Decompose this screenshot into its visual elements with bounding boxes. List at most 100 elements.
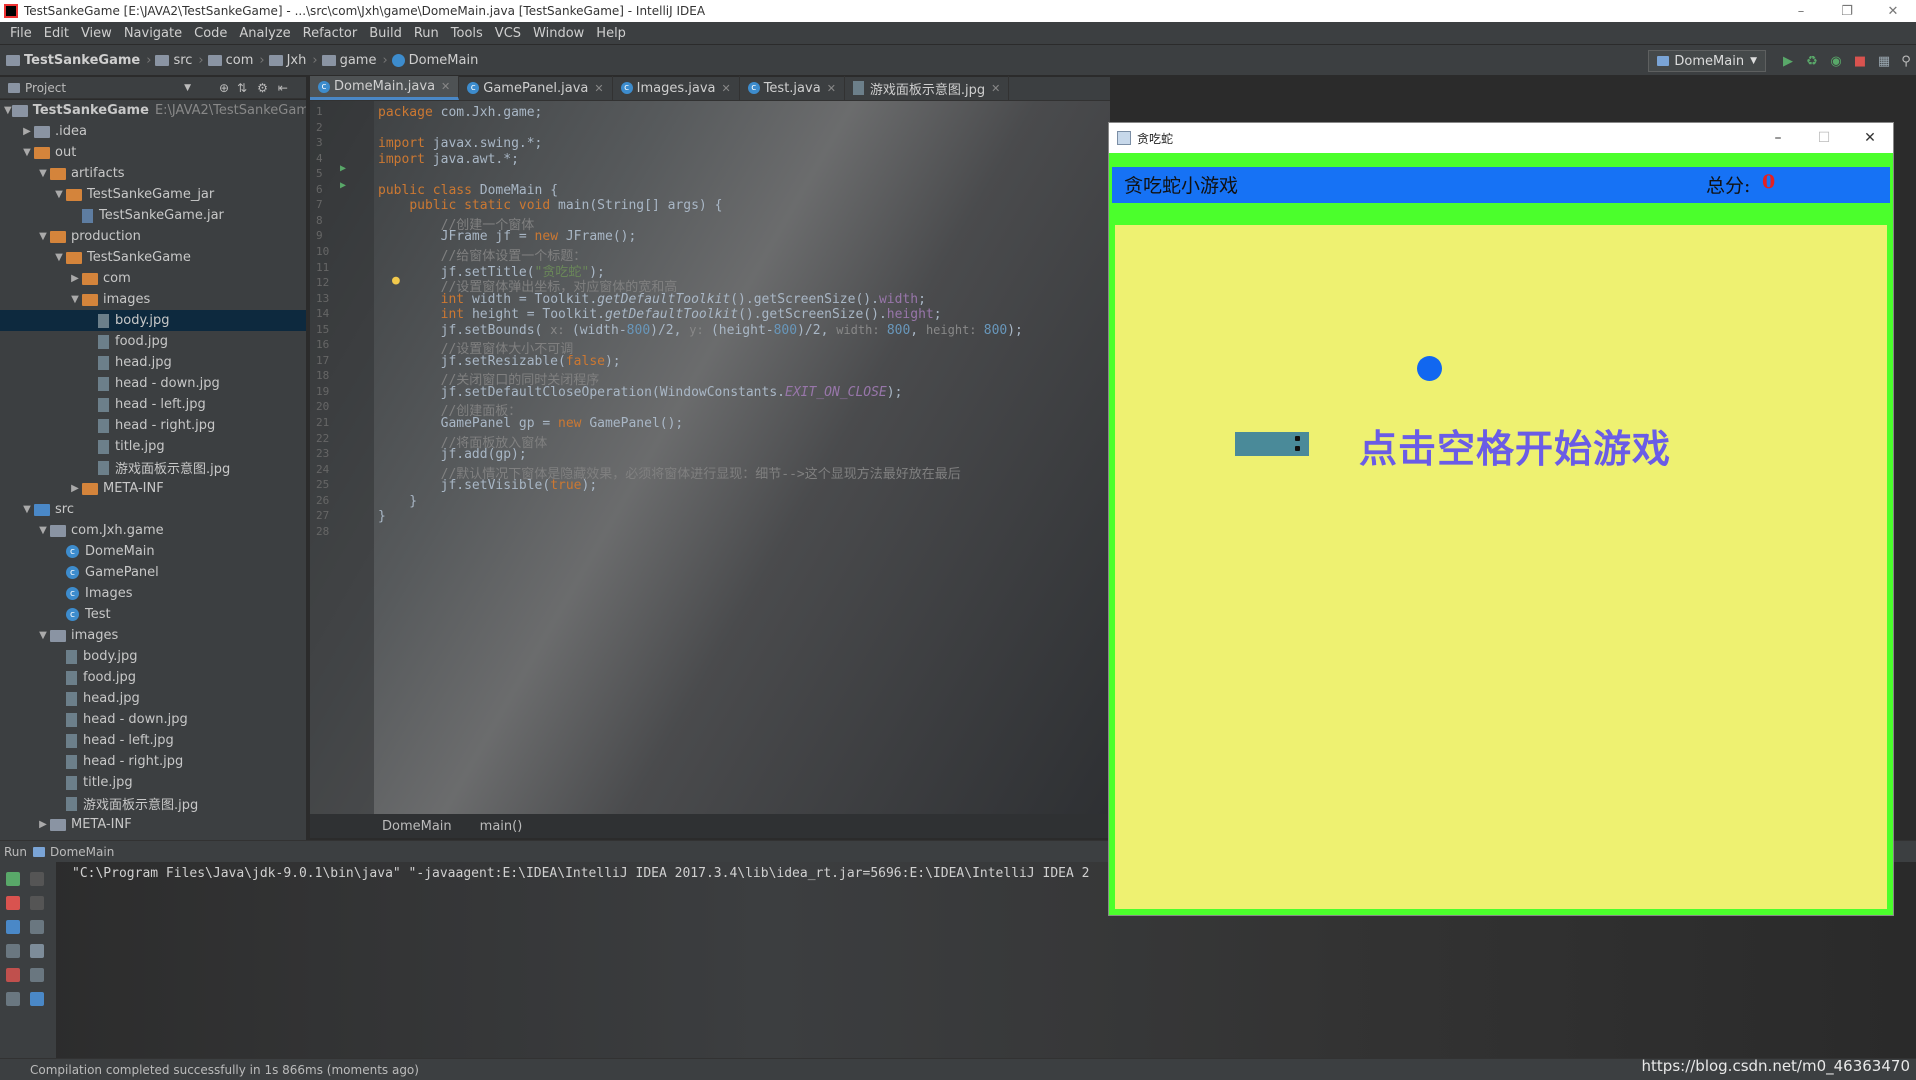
chevron-down-icon[interactable]: ▼: [4, 105, 12, 116]
tree-item[interactable]: TestSankeGame.jar: [0, 205, 306, 226]
tree-item[interactable]: ▼ out: [0, 142, 306, 163]
tree-item[interactable]: ▶ META-INF: [0, 814, 306, 835]
close-icon[interactable]: ✕: [1870, 0, 1916, 22]
hide-icon[interactable]: ⇤: [278, 81, 288, 95]
run-gutter-icon[interactable]: ▶: [340, 180, 346, 191]
close-icon[interactable]: ✕: [991, 82, 1000, 95]
tree-item[interactable]: body.jpg: [0, 646, 306, 667]
run-icon[interactable]: ▶: [1780, 53, 1796, 69]
tree-item[interactable]: head - left.jpg: [0, 730, 306, 751]
tree-item[interactable]: c GamePanel: [0, 562, 306, 583]
menu-item-code[interactable]: Code: [188, 26, 233, 41]
tree-item[interactable]: c Images: [0, 583, 306, 604]
tree-item[interactable]: ▼ TestSankeGame E:\JAVA2\TestSankeGame: [0, 100, 306, 121]
tree-item[interactable]: c DomeMain: [0, 541, 306, 562]
restore-icon[interactable]: ❐: [1824, 0, 1870, 22]
tree-item[interactable]: ▶ com: [0, 268, 306, 289]
chevron-down-icon[interactable]: ▼: [184, 83, 191, 93]
chevron-down-icon[interactable]: ▼: [20, 504, 34, 515]
chevron-down-icon[interactable]: ▼: [68, 294, 82, 305]
menu-item-help[interactable]: Help: [590, 26, 632, 41]
tree-item[interactable]: body.jpg: [0, 310, 306, 331]
editor-tab[interactable]: c Test.java ✕: [740, 76, 845, 100]
chevron-down-icon[interactable]: ▼: [36, 168, 50, 179]
chevron-down-icon[interactable]: ▼: [20, 147, 34, 158]
soft-wrap-icon[interactable]: [30, 920, 44, 934]
search-icon[interactable]: ⚲: [1898, 53, 1914, 69]
tree-item[interactable]: head.jpg: [0, 352, 306, 373]
tree-item[interactable]: ▼ production: [0, 226, 306, 247]
tree-item[interactable]: c Test: [0, 604, 306, 625]
gear-icon[interactable]: ⚙: [257, 81, 268, 95]
editor-tab[interactable]: 游戏面板示意图.jpg ✕: [845, 76, 1010, 100]
project-structure-icon[interactable]: ▦: [1876, 53, 1892, 69]
locate-icon[interactable]: ⊕: [219, 81, 229, 95]
tree-item[interactable]: ▶ META-INF: [0, 478, 306, 499]
menu-item-analyze[interactable]: Analyze: [233, 26, 296, 41]
tree-item[interactable]: ▼ src: [0, 499, 306, 520]
breadcrumb-item[interactable]: game ›: [321, 53, 388, 68]
close-icon[interactable]: ✕: [827, 82, 836, 95]
close-icon[interactable]: ✕: [441, 80, 450, 93]
trash-icon[interactable]: [30, 992, 44, 1006]
debug-icon[interactable]: ♻: [1804, 53, 1820, 69]
menu-item-file[interactable]: File: [4, 26, 38, 41]
settings-icon[interactable]: [6, 992, 20, 1006]
menu-item-tools[interactable]: Tools: [445, 26, 489, 41]
tree-item[interactable]: 游戏面板示意图.jpg: [0, 793, 306, 814]
minimize-icon[interactable]: –: [1778, 0, 1824, 22]
run-panel-config[interactable]: DomeMain: [50, 845, 114, 859]
game-board[interactable]: 点击空格开始游戏: [1115, 225, 1887, 909]
tree-item[interactable]: ▼ images: [0, 625, 306, 646]
run-gutter-icon[interactable]: ▶: [340, 163, 346, 174]
run-config-selector[interactable]: DomeMain ▼: [1648, 50, 1766, 72]
tree-item[interactable]: head - right.jpg: [0, 751, 306, 772]
menu-item-run[interactable]: Run: [408, 26, 445, 41]
menu-item-window[interactable]: Window: [527, 26, 590, 41]
pause-icon[interactable]: [6, 920, 20, 934]
breadcrumb-item[interactable]: TestSankeGame ›: [6, 53, 151, 68]
chevron-right-icon[interactable]: ▶: [68, 483, 82, 494]
breadcrumb-item[interactable]: DomeMain: [391, 53, 478, 68]
tree-item[interactable]: ▼ TestSankeGame_jar: [0, 184, 306, 205]
chevron-down-icon[interactable]: ▼: [52, 189, 66, 200]
editor-tab[interactable]: c Images.java ✕: [613, 76, 740, 100]
tree-item[interactable]: title.jpg: [0, 436, 306, 457]
menu-item-refactor[interactable]: Refactor: [297, 26, 364, 41]
dump-threads-icon[interactable]: [6, 944, 20, 958]
editor-tab[interactable]: c GamePanel.java ✕: [459, 76, 613, 100]
tree-item[interactable]: head - down.jpg: [0, 709, 306, 730]
tree-item[interactable]: head - left.jpg: [0, 394, 306, 415]
stop-icon[interactable]: [6, 896, 20, 910]
minimize-icon[interactable]: –: [1755, 123, 1801, 153]
breadcrumb-item[interactable]: src ›: [155, 53, 204, 68]
collapse-icon[interactable]: ⇅: [237, 81, 247, 95]
tree-item[interactable]: 游戏面板示意图.jpg: [0, 457, 306, 478]
close-icon[interactable]: ✕: [721, 82, 730, 95]
editor-crumb-method[interactable]: main(): [480, 819, 523, 834]
editor-crumb-class[interactable]: DomeMain: [382, 819, 452, 834]
tree-item[interactable]: food.jpg: [0, 331, 306, 352]
chevron-right-icon[interactable]: ▶: [20, 126, 34, 137]
menu-item-edit[interactable]: Edit: [38, 26, 75, 41]
breadcrumb-item[interactable]: Jxh ›: [268, 53, 318, 68]
console-output[interactable]: "C:\Program Files\Java\jdk-9.0.1\bin\jav…: [72, 866, 1089, 881]
chevron-right-icon[interactable]: ▶: [36, 819, 50, 830]
tree-item[interactable]: ▼ images: [0, 289, 306, 310]
chevron-down-icon[interactable]: ▼: [36, 525, 50, 536]
tree-item[interactable]: head - down.jpg: [0, 373, 306, 394]
scroll-to-end-icon[interactable]: [30, 944, 44, 958]
coverage-icon[interactable]: ◉: [1828, 53, 1844, 69]
menu-item-navigate[interactable]: Navigate: [118, 26, 188, 41]
chevron-down-icon[interactable]: ▼: [52, 252, 66, 263]
tree-item[interactable]: ▼ com.Jxh.game: [0, 520, 306, 541]
menu-item-view[interactable]: View: [75, 26, 118, 41]
editor-tab[interactable]: c DomeMain.java ✕: [310, 76, 460, 100]
tree-item[interactable]: food.jpg: [0, 667, 306, 688]
project-panel-title[interactable]: Project: [25, 81, 66, 95]
chevron-down-icon[interactable]: ▼: [36, 630, 50, 641]
code-editor[interactable]: 1 2 3 4 5 6 7 8 9 10 11 12 13 14 15 16 17 18 19 20 21 22 23 24 2…: [310, 101, 1110, 814]
chevron-right-icon[interactable]: ▶: [68, 273, 82, 284]
close-icon[interactable]: ✕: [594, 82, 603, 95]
breadcrumb-item[interactable]: com ›: [207, 53, 265, 68]
